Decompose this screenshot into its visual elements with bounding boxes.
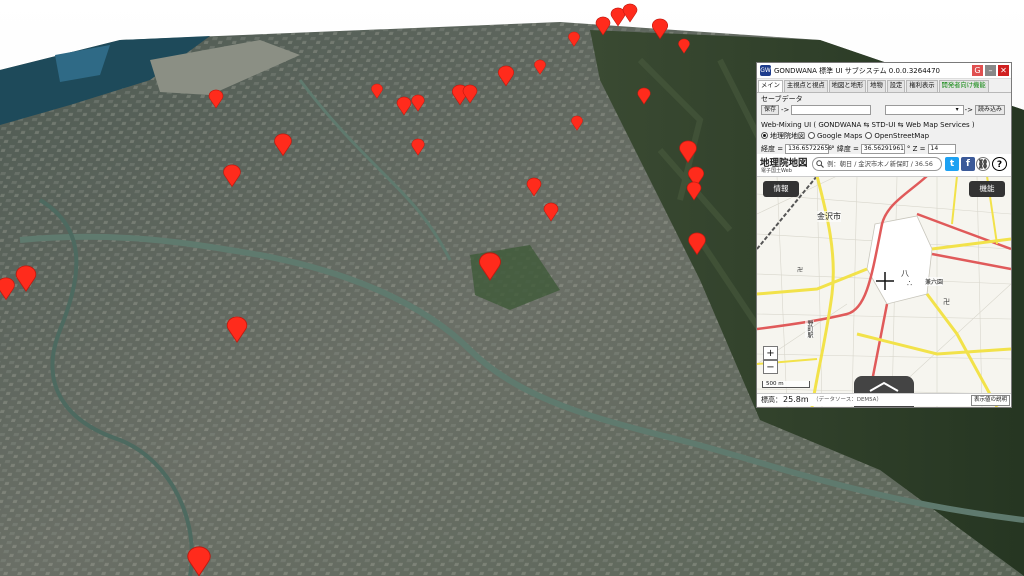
tab-rights[interactable]: 権利表示: [906, 80, 938, 92]
link-icon[interactable]: ⛓: [976, 157, 990, 171]
radio-openstreetmap[interactable]: [865, 132, 873, 139]
minimize-button[interactable]: –: [985, 65, 996, 76]
function-button[interactable]: 機能: [969, 181, 1005, 197]
radio-google-label: Google Maps: [817, 131, 863, 140]
tab-features[interactable]: 地物: [867, 80, 886, 92]
facebook-icon[interactable]: f: [961, 157, 975, 171]
scale-bar: 500 m: [762, 381, 810, 388]
gsi-header: 地理院地図 電子国土Web 例：朝日 / 金沢市木ノ新保町 / 36.56 t …: [757, 154, 1011, 177]
chevron-down-icon[interactable]: ▾: [956, 106, 959, 113]
map-label-station: 野町駅: [805, 320, 814, 338]
gsi-subtitle: 電子国土Web: [761, 168, 792, 174]
svg-text:卍: 卍: [943, 298, 950, 306]
svg-text:卍: 卍: [797, 267, 803, 274]
zoom-label: ° Z =: [906, 144, 926, 153]
latitude-label: ° 緯度 =: [831, 144, 859, 153]
search-input[interactable]: 例：朝日 / 金沢市木ノ新保町 / 36.56: [812, 157, 942, 171]
title-bar[interactable]: GW GONDWANA 標準 UI サブシステム 0.0.0.3264470 G…: [757, 63, 1011, 79]
radio-osm-label: OpenStreetMap: [874, 131, 930, 140]
latitude-field[interactable]: 36.56291961: [860, 143, 905, 154]
tab-main[interactable]: メイン: [758, 80, 783, 92]
zoom-out-button[interactable]: −: [763, 360, 778, 374]
gsi-map-frame[interactable]: 八 ∴ 卍 卍 地理院地図 電子国土Web 例：朝日 / 金沢市木ノ新保町 / …: [757, 154, 1011, 407]
info-button[interactable]: 情報: [763, 181, 799, 197]
tab-settings[interactable]: 設定: [886, 80, 906, 92]
svg-text:八: 八: [901, 269, 909, 278]
window-title: GONDWANA 標準 UI サブシステム 0.0.0.3264470: [774, 66, 941, 75]
elevation-value: 25.8m: [783, 395, 809, 404]
savedata-label: セーブデータ: [761, 95, 803, 103]
svg-text:∴: ∴: [907, 279, 912, 288]
load-button[interactable]: 読み込み: [974, 104, 1005, 115]
radio-gsi-label: 地理院地図: [770, 131, 805, 140]
elevation-source: （データソース：DEM5A）: [813, 397, 882, 403]
arrow-label-2: ->: [964, 105, 973, 114]
radio-google-maps[interactable]: [808, 132, 815, 139]
savedata-select[interactable]: [885, 104, 964, 115]
close-button[interactable]: ✕: [998, 65, 1009, 76]
help-icon[interactable]: ?: [992, 157, 1007, 171]
longitude-field[interactable]: 136.65722656: [785, 143, 832, 154]
gondwana-panel: GW GONDWANA 標準 UI サブシステム 0.0.0.3264470 G…: [756, 62, 1012, 408]
twitter-icon[interactable]: t: [945, 157, 959, 171]
web-mixing-label: Web-Mixing UI ( GONDWANA ⇆ STD-UI ⇆ Web …: [761, 120, 975, 129]
zoom-in-button[interactable]: +: [763, 346, 778, 360]
map-label-park: 兼六園: [925, 277, 944, 286]
app-logo-icon: GW: [760, 65, 771, 76]
legend-button[interactable]: 表示値の説明: [970, 395, 1010, 406]
save-name-input[interactable]: [791, 104, 872, 115]
zoom-field[interactable]: 14: [927, 143, 956, 154]
search-icon: [816, 160, 824, 168]
tab-viewpoint[interactable]: 主視点と視点: [783, 80, 828, 92]
radio-gsi[interactable]: [761, 132, 768, 139]
arrow-label: ->: [781, 105, 790, 114]
zoom-control: + −: [763, 346, 778, 374]
elevation-bar: 標高： 25.8m （データソース：DEM5A） 表示値の説明: [757, 393, 1011, 406]
tab-map-terrain[interactable]: 地図と地形: [828, 80, 867, 92]
map-label-city: 金沢市: [817, 211, 841, 222]
tab-bar: メイン 主視点と視点 地図と地形 地物 設定 権利表示 開発者向け機能: [757, 79, 1011, 93]
tab-developer[interactable]: 開発者向け機能: [938, 80, 989, 92]
elevation-label: 標高：: [761, 396, 782, 404]
main-tab-content: セーブデータ 保存 -> ▾ -> 読み込み Web-Mixing UI ( G…: [757, 93, 1011, 156]
longitude-label: 経度 =: [761, 144, 784, 153]
save-button[interactable]: 保存: [761, 104, 780, 115]
window-menu-button[interactable]: G: [972, 65, 983, 76]
